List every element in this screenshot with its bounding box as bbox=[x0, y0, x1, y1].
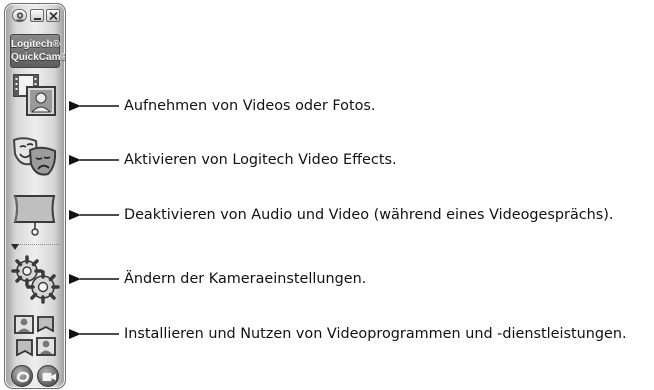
theater-masks-icon bbox=[12, 137, 57, 176]
video-programs-icon bbox=[14, 315, 56, 357]
expand-arrow-icon[interactable] bbox=[11, 244, 19, 250]
minimize-button[interactable] bbox=[30, 9, 44, 22]
close-button[interactable] bbox=[46, 9, 60, 22]
camera-settings-button[interactable] bbox=[10, 254, 60, 304]
logo-line-1: Logitech® bbox=[11, 39, 61, 50]
callout-privacy-shade: Deaktivieren von Audio und Video (währen… bbox=[124, 207, 614, 223]
privacy-shade-icon bbox=[13, 195, 56, 236]
webcam-icon[interactable] bbox=[12, 9, 27, 22]
gears-icon bbox=[11, 255, 60, 304]
capture-button[interactable] bbox=[10, 72, 60, 122]
video-effects-button[interactable] bbox=[10, 132, 60, 182]
help-link-icon[interactable] bbox=[11, 365, 33, 387]
quickcam-toolbar: Logitech® QuickCam® bbox=[4, 3, 66, 389]
callout-video-effects: Aktivieren von Logitech Video Effects. bbox=[124, 152, 397, 168]
video-programs-button[interactable] bbox=[10, 312, 60, 362]
callout-camera-settings: Ändern der Kameraeinstellungen. bbox=[124, 271, 367, 287]
video-camera-icon[interactable] bbox=[37, 365, 59, 387]
film-photo-icon bbox=[13, 74, 56, 116]
callout-video-programs: Installieren und Nutzen von Videoprogram… bbox=[124, 326, 627, 342]
toolbar-bottom-bar bbox=[5, 362, 65, 388]
toolbar-titlebar bbox=[5, 4, 65, 30]
callout-capture: Aufnehmen von Videos oder Fotos. bbox=[124, 98, 376, 114]
logo-line-2: QuickCam® bbox=[11, 52, 66, 63]
privacy-shade-button[interactable] bbox=[10, 190, 60, 240]
logitech-quickcam-logo: Logitech® QuickCam® bbox=[10, 34, 66, 68]
